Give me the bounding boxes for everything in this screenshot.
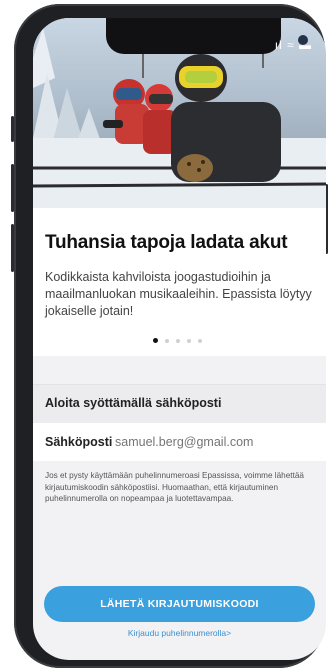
phone-frame: ıl ≈ ▬ Tuhansia tapoja ladata akut Kodik… (11, 4, 328, 668)
email-field[interactable]: Sähköposti (33, 423, 326, 461)
email-input[interactable] (115, 430, 315, 454)
app-screen: ıl ≈ ▬ Tuhansia tapoja ladata akut Kodik… (33, 18, 326, 660)
send-login-code-button[interactable]: LÄHETÄ KIRJAUTUMISKOODI (44, 586, 315, 622)
login-section-title: Aloita syöttämällä sähköposti (45, 396, 222, 410)
battery-icon: ▬ (299, 38, 312, 52)
signal-icon: ıl (274, 38, 283, 52)
login-info-text: Jos et pysty käyttämään puhelinnumeroasi… (45, 471, 304, 503)
mute-switch (11, 116, 14, 142)
carousel-dot[interactable] (176, 338, 180, 343)
carousel-dot-active[interactable] (153, 338, 158, 343)
login-with-phone-link[interactable]: Kirjaudu puhelinnumerolla> (33, 628, 326, 638)
onboarding-title: Tuhansia tapoja ladata akut (45, 232, 288, 253)
device-notch (106, 18, 308, 54)
onboarding-card[interactable]: Tuhansia tapoja ladata akut Kodikkaista … (33, 208, 326, 356)
volume-down-button (11, 224, 14, 272)
status-bar: ıl ≈ ▬ (275, 38, 312, 52)
carousel-dot[interactable] (187, 338, 191, 343)
carousel-dots (153, 338, 202, 343)
carousel-dot[interactable] (165, 338, 169, 343)
login-section-header: Aloita syöttämällä sähköposti (33, 384, 326, 424)
email-field-label: Sähköposti (45, 435, 113, 449)
wifi-icon: ≈ (287, 38, 295, 52)
volume-up-button (11, 164, 14, 212)
carousel-dot[interactable] (198, 338, 202, 343)
onboarding-description: Kodikkaista kahviloista joogastudioihin … (45, 270, 312, 318)
